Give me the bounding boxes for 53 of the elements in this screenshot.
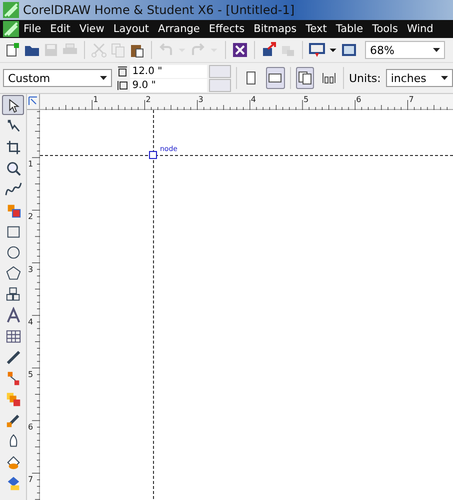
landscape-page-icon: [268, 71, 282, 85]
height-icon: [117, 80, 128, 90]
page-layout-icon: [322, 71, 336, 85]
zoom-icon: [4, 160, 22, 176]
landscape-button[interactable]: [266, 67, 285, 89]
table-icon: [4, 328, 22, 344]
horizontal-ruler: 1 2 3 4 5 6 7: [40, 94, 453, 110]
menu-item[interactable]: File: [19, 23, 46, 35]
width-field[interactable]: 12.0 ": [130, 64, 208, 78]
height-field[interactable]: 9.0 ": [130, 78, 208, 92]
units-label: Units:: [348, 72, 381, 84]
menu-item[interactable]: Wind: [402, 23, 438, 35]
tool-button[interactable]: [2, 95, 24, 115]
menu-item[interactable]: View: [74, 23, 109, 35]
menu-item[interactable]: Edit: [46, 23, 75, 35]
page-size-dropdown[interactable]: Custom: [3, 69, 112, 87]
line-icon: [4, 348, 22, 366]
pages-icon: [298, 71, 312, 85]
menu-item[interactable]: Effects: [204, 23, 250, 35]
logo-icon: [3, 2, 19, 18]
pages-button[interactable]: [296, 67, 314, 89]
circle-icon: [4, 244, 22, 260]
guideline[interactable]: [40, 155, 453, 156]
toolbar-icon[interactable]: [231, 41, 249, 59]
blend-icon: [4, 390, 22, 408]
crop-icon: [4, 138, 22, 156]
ruler-origin-icon[interactable]: [28, 96, 38, 106]
logo-icon[interactable]: [3, 21, 19, 37]
toolbar-icon[interactable]: [308, 41, 326, 59]
toolbar-icon[interactable]: [340, 41, 358, 59]
menu-item[interactable]: Text: [301, 23, 332, 35]
bucket-icon: [4, 454, 22, 470]
caret-icon: [100, 76, 108, 80]
menu-item[interactable]: Arrange: [154, 23, 204, 35]
width-icon: [117, 66, 128, 76]
pentagon-icon: [4, 264, 22, 282]
toolbar-icon[interactable]: [4, 41, 22, 59]
toolbar-icon[interactable]: [260, 41, 278, 59]
menu-item[interactable]: Layout: [108, 23, 154, 35]
window-title: CorelDRAW Home & Student X6 - [Untitled-1]: [23, 3, 295, 17]
menu-item[interactable]: Table: [331, 23, 368, 35]
menu-item[interactable]: Tools: [368, 23, 402, 35]
units-dropdown[interactable]: inches: [386, 69, 453, 87]
portrait-page-icon: [244, 71, 258, 85]
caret-icon: [441, 76, 448, 80]
vertical-ruler: 1 2 3 4 5 6 7: [27, 110, 40, 500]
caret-icon: [433, 48, 440, 52]
zoom-field[interactable]: 68%: [365, 41, 445, 59]
menu-item[interactable]: Bitmaps: [249, 23, 302, 35]
node-marker[interactable]: [149, 151, 157, 159]
letter-icon: [4, 306, 22, 324]
shapes-icon: [4, 286, 22, 302]
curve-icon: [4, 180, 22, 198]
